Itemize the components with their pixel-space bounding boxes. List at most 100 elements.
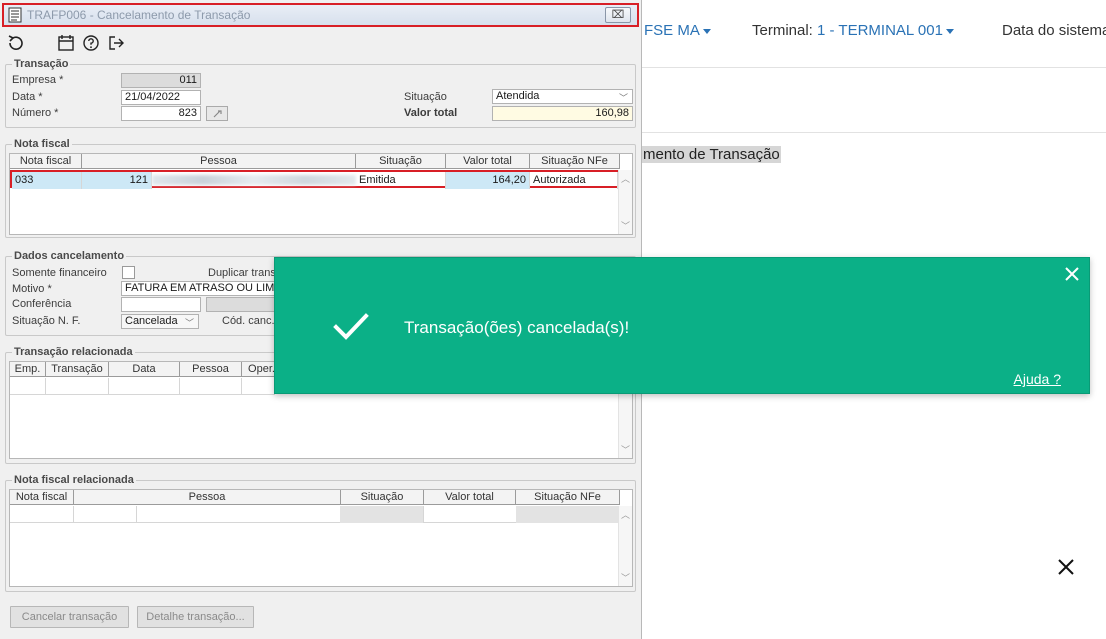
valor-total-label: Valor total: [404, 107, 458, 119]
column-header[interactable]: Situação NFe: [516, 490, 620, 505]
column-header[interactable]: Pessoa: [180, 362, 242, 377]
somente-financeiro-label: Somente financeiro: [12, 267, 107, 279]
column-header[interactable]: Situação: [356, 154, 446, 169]
pessoa-code-cell: 121: [82, 172, 152, 189]
column-header[interactable]: Nota fiscal: [10, 154, 82, 169]
valor-total-field[interactable]: 160,98: [492, 106, 633, 121]
column-header[interactable]: Situação NFe: [530, 154, 620, 169]
motivo-label: Motivo *: [12, 283, 52, 295]
refresh-icon[interactable]: [6, 34, 24, 52]
terminal-menu[interactable]: Terminal: 1 - TERMINAL 001: [752, 22, 954, 39]
group-title: Nota fiscal: [12, 138, 72, 150]
window-titlebar[interactable]: TRAFP006 - Cancelamento de Transação ⌧: [2, 3, 639, 27]
window-close-button[interactable]: ⌧: [605, 7, 631, 23]
group-title: Transação relacionada: [12, 346, 135, 358]
column-header[interactable]: Valor total: [446, 154, 530, 169]
column-header[interactable]: Pessoa: [82, 154, 356, 169]
somente-financeiro-checkbox[interactable]: [122, 266, 135, 279]
column-header[interactable]: Transação: [46, 362, 109, 377]
table-row[interactable]: [10, 506, 620, 523]
help-icon[interactable]: [82, 34, 100, 52]
cancelar-transacao-button[interactable]: Cancelar transação: [10, 606, 129, 628]
lookup-icon: [213, 110, 222, 118]
success-notification: Transação(ões) cancelada(s)! Ajuda ?: [274, 257, 1090, 394]
unit-menu[interactable]: FSE MA: [644, 22, 711, 39]
column-header[interactable]: Data: [109, 362, 180, 377]
detalhe-transacao-button[interactable]: Detalhe transação...: [137, 606, 254, 628]
scroll-down-icon[interactable]: ﹀: [621, 571, 630, 584]
nota-fiscal-grid: Nota fiscal Pessoa Situação Valor total …: [9, 153, 633, 235]
close-icon[interactable]: [1065, 267, 1079, 281]
group-title: Nota fiscal relacionada: [12, 474, 136, 486]
nota-fiscal-group: Nota fiscal Nota fiscal Pessoa Situação …: [5, 138, 636, 238]
group-title: Dados cancelamento: [12, 250, 127, 262]
check-icon: [333, 313, 369, 340]
situacao-nfe-cell: Autorizada: [530, 172, 618, 189]
scroll-up-icon[interactable]: ︿: [621, 172, 630, 185]
situacao-cell: Emitida: [356, 172, 446, 189]
app-header: FSE MA Terminal: 1 - TERMINAL 001 Data d…: [640, 0, 1106, 68]
page-title: mento de Transação: [642, 146, 781, 163]
data-field[interactable]: 21/04/2022: [121, 90, 201, 105]
notification-message: Transação(ões) cancelada(s)!: [404, 318, 630, 337]
table-row[interactable]: [10, 378, 275, 395]
toolbar: [0, 30, 640, 58]
close-icon[interactable]: [1055, 556, 1077, 578]
cell-divider: [179, 378, 180, 395]
scroll-up-icon[interactable]: ︿: [621, 508, 630, 521]
system-date-label: Data do sistema: [1002, 22, 1106, 39]
conferencia-field[interactable]: [121, 297, 201, 312]
column-header[interactable]: Valor total: [424, 490, 516, 505]
help-link[interactable]: Ajuda ?: [1014, 371, 1061, 387]
cell-divider: [423, 506, 424, 523]
situacao-cell: [340, 506, 424, 523]
cell-divider: [241, 378, 242, 395]
empresa-field[interactable]: 011: [121, 73, 201, 88]
redacted-name: [152, 175, 356, 185]
cell-divider: [45, 378, 46, 395]
scrollbar[interactable]: ︿ ﹀: [618, 170, 632, 234]
cell-divider: [108, 378, 109, 395]
scroll-down-icon[interactable]: ﹀: [621, 443, 630, 456]
numero-lookup-button[interactable]: [206, 106, 228, 121]
conferencia-label: Conferência: [12, 298, 72, 310]
chevron-down-icon: [702, 28, 711, 34]
numero-field[interactable]: 823: [121, 106, 201, 121]
nota-fiscal-relacionada-grid: Nota fiscal Pessoa Situação Valor total …: [9, 489, 633, 587]
chevron-down-icon: ﹀: [184, 318, 194, 328]
terminal-value: 1 - TERMINAL 001: [817, 22, 943, 39]
valor-cell: 164,20: [446, 172, 530, 189]
situacao-value: Atendida: [496, 90, 540, 102]
situacao-nf-label: Situação N. F.: [12, 315, 81, 327]
column-header[interactable]: Nota fiscal: [10, 490, 74, 505]
column-header[interactable]: Pessoa: [74, 490, 341, 505]
column-header[interactable]: Situação: [341, 490, 424, 505]
terminal-label: Terminal:: [752, 22, 813, 39]
nota-cell: 033: [12, 172, 82, 189]
cell-divider: [136, 506, 137, 523]
motivo-field[interactable]: FATURA EM ATRASO OU LIMITE: [121, 281, 281, 296]
data-label: Data *: [12, 91, 43, 103]
situacao-select[interactable]: Atendida ﹀: [492, 89, 633, 104]
duplicar-label: Duplicar trans: [208, 267, 276, 279]
nota-fiscal-relacionada-group: Nota fiscal relacionada Nota fiscal Pess…: [5, 474, 636, 592]
cod-canc-label: Cód. canc.: [222, 315, 275, 327]
numero-label: Número *: [12, 107, 59, 119]
document-icon: [8, 7, 22, 23]
group-title: Transação: [12, 58, 71, 70]
situacao-label: Situação: [404, 91, 447, 103]
empresa-label: Empresa *: [12, 74, 64, 86]
divider: [640, 132, 1106, 133]
chevron-down-icon: [945, 28, 954, 34]
exit-icon[interactable]: [107, 34, 125, 52]
conferencia-extra-field: [206, 297, 281, 312]
table-row[interactable]: 033 121 Emitida 164,20 Autorizada: [10, 170, 620, 189]
scrollbar[interactable]: ︿ ﹀: [618, 506, 632, 586]
column-header[interactable]: Emp.: [10, 362, 46, 377]
situacao-nf-select[interactable]: Cancelada ﹀: [121, 314, 199, 329]
chevron-down-icon: ﹀: [618, 93, 628, 103]
scroll-down-icon[interactable]: ﹀: [621, 219, 630, 232]
cell-divider: [73, 506, 74, 523]
unit-menu-label: FSE MA: [644, 22, 700, 39]
calendar-icon[interactable]: [57, 34, 75, 52]
